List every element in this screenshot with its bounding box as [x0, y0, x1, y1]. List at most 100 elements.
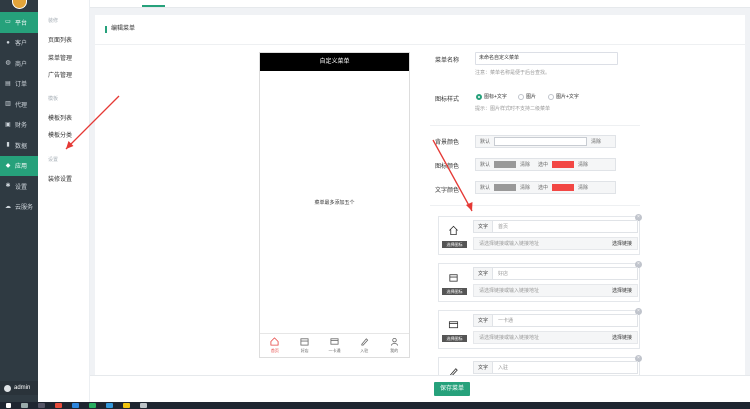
- sidebar-item-cloud[interactable]: ☁ 云服务: [0, 197, 38, 218]
- choose-link-button[interactable]: 选择链接: [612, 334, 632, 341]
- link-placeholder: 请选择链接或输入链接地址: [479, 241, 540, 247]
- preview-tab-label: 好店: [300, 348, 309, 353]
- preview-tab[interactable]: 首页: [260, 334, 290, 357]
- clear-button[interactable]: 清除: [516, 182, 534, 193]
- sidebar-item-label: 数据: [15, 143, 28, 150]
- link-placeholder: 请选择链接或输入链接地址: [479, 288, 540, 294]
- subnav-menu-manage[interactable]: 菜单管理: [48, 53, 72, 62]
- radio-image-text[interactable]: 图片+文字: [548, 93, 579, 100]
- sidebar-item-finance[interactable]: ▣ 财务: [0, 115, 38, 136]
- app-icon[interactable]: [89, 403, 96, 408]
- sidebar-item-app[interactable]: ◆ 应用: [0, 155, 38, 176]
- username: admin: [14, 385, 31, 391]
- taskview-icon[interactable]: [38, 403, 45, 408]
- menu-text-field: 文字 好店: [473, 267, 638, 280]
- subnav-ad-manage[interactable]: 广告管理: [48, 70, 72, 79]
- card-header: 编辑菜单: [95, 15, 745, 45]
- link-field[interactable]: 请选择链接或输入链接地址 选择链接: [473, 284, 638, 297]
- icon-style-label: 图标样式: [435, 97, 460, 103]
- radio-label: 图标+文字: [484, 94, 507, 100]
- icon-style-note: 提示：图片样式时不支持二级菜单: [475, 106, 551, 112]
- choose-icon-button[interactable]: 选择图标: [442, 241, 467, 248]
- sidebar-item-order[interactable]: ▤ 订单: [0, 74, 38, 95]
- bg-color-picker[interactable]: [494, 137, 588, 146]
- start-icon[interactable]: [6, 403, 11, 408]
- save-menu-button[interactable]: 保存菜单: [434, 382, 470, 396]
- subnav-template-category[interactable]: 模板分类: [48, 130, 72, 139]
- choose-icon-button[interactable]: 选择图标: [442, 288, 467, 295]
- text-label: 文字: [474, 221, 494, 232]
- shop-icon: [444, 269, 462, 285]
- preview-tab[interactable]: 入驻: [349, 334, 379, 357]
- divider: [430, 125, 640, 126]
- menu-text-input[interactable]: 好店: [493, 268, 508, 279]
- subnav-decor-settings[interactable]: 装修设置: [48, 174, 72, 183]
- preview-tabbar: 首页 好店 一卡通 入驻 我的: [260, 333, 409, 357]
- sidebar-item-agent[interactable]: ▥ 代理: [0, 94, 38, 115]
- menu-item: × 选择图标 文字 好店 请选择链接或输入链接地址 选择链接: [438, 261, 642, 302]
- sidebar-item-settings[interactable]: ✱ 设置: [0, 176, 38, 197]
- sidebar-item-label: 财务: [15, 123, 28, 130]
- clear-button[interactable]: 清除: [574, 182, 592, 193]
- search-icon[interactable]: [21, 403, 28, 408]
- user-menu[interactable]: admin: [0, 381, 38, 395]
- shop-icon: [300, 338, 309, 346]
- pen-icon: [361, 338, 368, 346]
- user-icon: ●: [6, 39, 10, 46]
- app-icon[interactable]: [55, 403, 62, 408]
- text-selected-swatch[interactable]: [552, 184, 575, 191]
- clear-button[interactable]: 清除: [574, 159, 592, 170]
- preview-tab[interactable]: 一卡通: [320, 334, 350, 357]
- subnav-page-list[interactable]: 页面列表: [48, 35, 72, 44]
- icon-selected-swatch[interactable]: [552, 161, 575, 168]
- app-icon[interactable]: [140, 403, 147, 408]
- menu-text-input[interactable]: 首页: [493, 221, 508, 232]
- text-color-label: 文字颜色: [435, 188, 460, 194]
- link-field[interactable]: 请选择链接或输入链接地址 选择链接: [473, 331, 638, 344]
- edit-menu-card: 编辑菜单 自定义菜单 菜单最多添加五个 首页 好店 一卡通 入驻 我的 菜单名称…: [95, 15, 745, 376]
- choose-link-button[interactable]: 选择链接: [612, 287, 632, 294]
- radio-label: 图片: [526, 94, 537, 100]
- folder-icon[interactable]: [123, 403, 130, 408]
- home-icon: [270, 337, 279, 346]
- link-field[interactable]: 请选择链接或输入链接地址 选择链接: [473, 237, 638, 250]
- menu-name-input[interactable]: 未命名自定义菜单: [475, 52, 618, 65]
- preview-tab-label: 首页: [270, 348, 279, 353]
- sidebar-item-platform[interactable]: ▭ 平台: [0, 12, 38, 33]
- menu-text-input[interactable]: 一卡通: [493, 315, 513, 326]
- selected-label: 选中: [538, 185, 549, 191]
- menu-text-input[interactable]: 入驻: [493, 362, 508, 373]
- subnav-template-list[interactable]: 模板列表: [48, 113, 72, 122]
- text-color-row: 默认 清除 选中 清除: [475, 181, 616, 194]
- radio-image[interactable]: 图片: [518, 93, 536, 100]
- sidebar-item-label: 代理: [15, 102, 28, 109]
- text-default-swatch[interactable]: [494, 184, 517, 191]
- sidebar-item-data[interactable]: ▮ 数据: [0, 135, 38, 156]
- choose-link-button[interactable]: 选择链接: [612, 240, 632, 247]
- sidebar-item-customer[interactable]: ● 客户: [0, 33, 38, 54]
- radio-dot: [548, 93, 554, 100]
- monitor-icon: ▭: [5, 19, 11, 26]
- clear-button[interactable]: 清除: [516, 159, 534, 170]
- preview-tab[interactable]: 好店: [290, 334, 320, 357]
- logo: [0, 0, 38, 12]
- preview-title: 自定义菜单: [260, 53, 409, 71]
- sidebar-item-label: 商户: [15, 61, 28, 68]
- sidebar-item-merchant[interactable]: ◍ 商户: [0, 53, 38, 74]
- preview-tab-label: 一卡通: [328, 348, 341, 353]
- menu-item: × 选择图标 文字 一卡通 请选择链接或输入链接地址 选择链接: [438, 308, 642, 349]
- icon-default-swatch[interactable]: [494, 161, 517, 168]
- menu-name-label: 菜单名称: [435, 58, 460, 64]
- app-icon[interactable]: [72, 403, 79, 408]
- preview-tab-label: 我的: [390, 348, 399, 353]
- menu-name-note: 注意：菜单名称是便于后台查找。: [475, 70, 551, 76]
- sidebar-item-label: 平台: [15, 20, 28, 27]
- app-icon[interactable]: [106, 403, 113, 408]
- taskbar: [0, 402, 750, 409]
- clear-button[interactable]: 清除: [587, 136, 605, 147]
- choose-icon-button[interactable]: 选择图标: [442, 335, 467, 342]
- radio-icon-text[interactable]: 图标+文字: [476, 93, 507, 100]
- bg-color-row: 默认 清除: [475, 135, 616, 148]
- preview-tab[interactable]: 我的: [379, 334, 409, 357]
- sidebar-item-label: 客户: [15, 41, 28, 48]
